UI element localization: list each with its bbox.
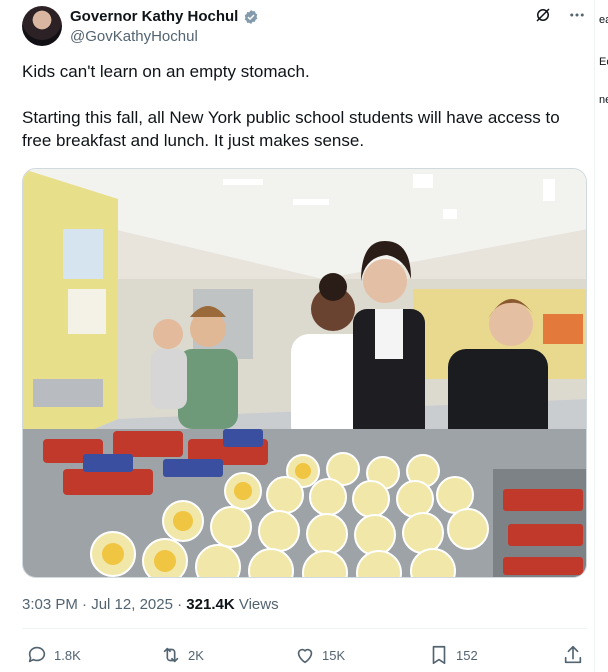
tweet-date[interactable]: Jul 12, 2025 [91,596,173,613]
divider [22,628,587,629]
tweet: Governor Kathy Hochul @GovKathyHochul Ki… [0,0,594,672]
bookmark-icon [432,645,446,665]
bookmark-count: 152 [456,647,478,663]
more-options-icon[interactable] [568,6,586,29]
side-text-1: ea [599,14,608,26]
side-text-2: Ec [599,56,608,68]
reply-button[interactable]: 1.8K [26,644,81,666]
tweet-line-2: Starting this fall, all New York public … [22,108,560,150]
meta-separator: · [177,596,183,613]
tweet-meta: 3:03 PM · Jul 12, 2025 · 321.4K Views [22,596,279,613]
grok-icon[interactable] [534,6,552,29]
tweet-line-1: Kids can't learn on an empty stomach. [22,62,310,81]
repost-count: 2K [188,647,204,663]
views-count: 321.4K [186,596,235,613]
bookmark-button[interactable]: 152 [428,644,478,666]
verified-badge-icon [245,9,258,24]
author-name[interactable]: Governor Kathy Hochul [70,8,238,25]
repost-icon [163,647,179,663]
tweet-time[interactable]: 3:03 PM [22,596,78,613]
tweet-photo[interactable] [22,168,587,578]
cafeteria-photo-image [23,169,586,577]
like-button[interactable]: 15K [294,644,345,666]
side-panel-edge: ea Ec ne [594,0,608,672]
share-icon [564,645,582,664]
views-label: Views [238,596,279,613]
tweet-text: Kids can't learn on an empty stomach. St… [22,60,587,175]
author-name-row: Governor Kathy Hochul [70,8,259,25]
repost-button[interactable]: 2K [160,644,204,666]
heart-icon [297,648,313,664]
author-handle[interactable]: @GovKathyHochul [70,28,198,45]
top-actions [534,6,586,29]
reply-icon [28,646,46,663]
side-text-3: ne [599,94,608,106]
reply-count: 1.8K [54,647,81,663]
author-avatar[interactable] [22,6,62,46]
share-button[interactable] [562,644,584,666]
tweet-actions: 1.8K 2K 15K 152 [22,644,587,668]
meta-separator: · [82,596,88,613]
like-count: 15K [322,647,346,663]
